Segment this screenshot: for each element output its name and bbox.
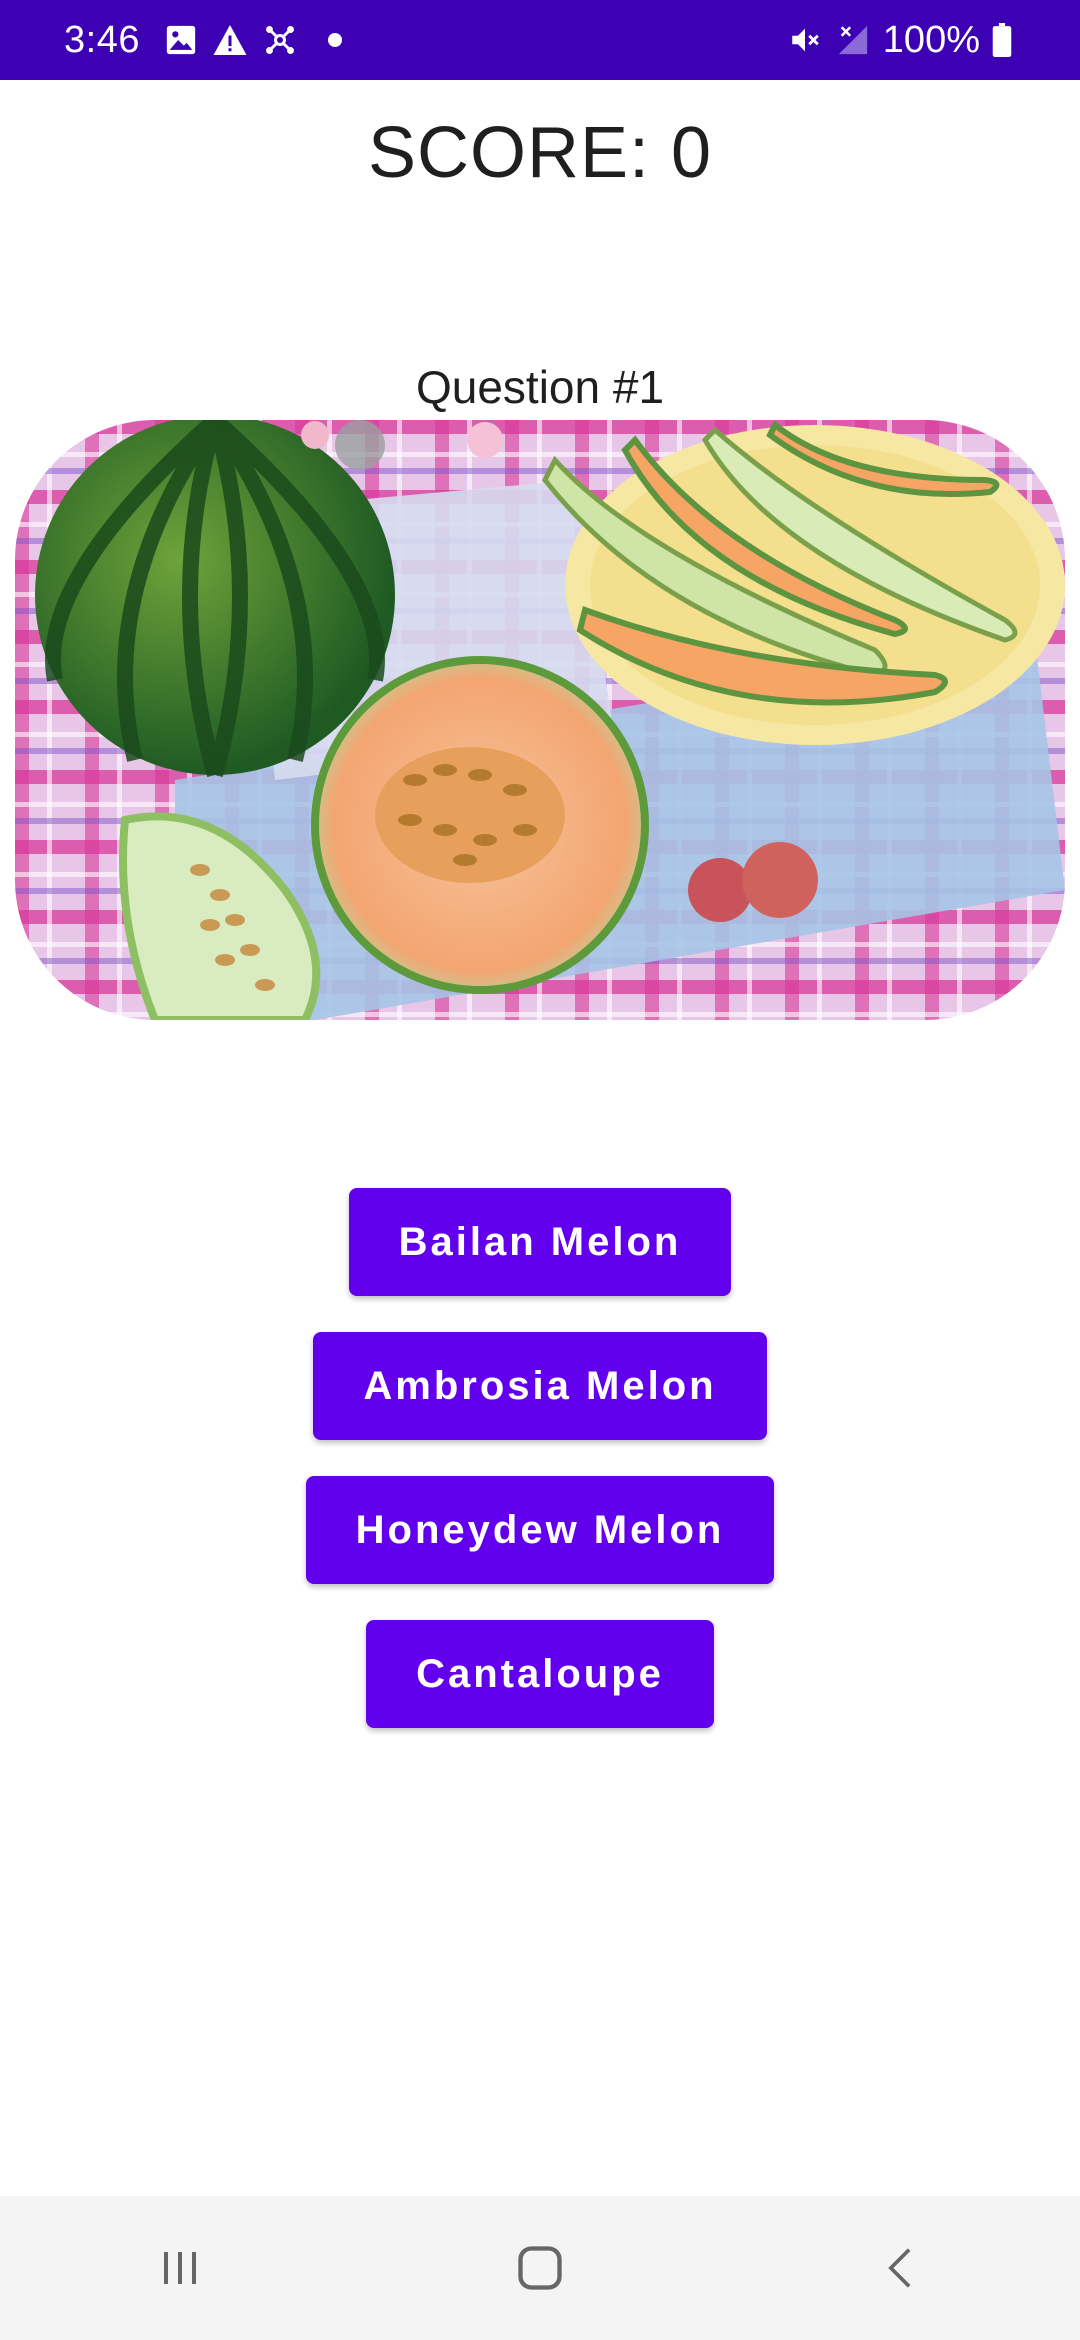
answer-button-cantaloupe[interactable]: Cantaloupe xyxy=(366,1620,714,1728)
battery-icon xyxy=(992,23,1012,57)
question-label: Question #1 xyxy=(415,361,665,413)
home-icon[interactable] xyxy=(480,2218,600,2318)
mute-icon xyxy=(787,23,823,57)
image-icon xyxy=(164,23,198,57)
navigation-bar xyxy=(0,2196,1080,2340)
status-bar: 3:46 100% xyxy=(0,0,1080,80)
recent-apps-icon[interactable] xyxy=(120,2218,240,2318)
answer-list: Bailan Melon Ambrosia Melon Honeydew Mel… xyxy=(0,1188,1080,1728)
status-time: 3:46 xyxy=(64,18,140,61)
back-icon[interactable] xyxy=(840,2218,960,2318)
warning-icon xyxy=(212,23,248,57)
network-hub-icon xyxy=(262,22,298,58)
question-image xyxy=(15,420,1065,1020)
answer-button-honeydew-melon[interactable]: Honeydew Melon xyxy=(305,1476,775,1584)
dot-icon xyxy=(327,33,342,47)
signal-icon xyxy=(835,23,871,57)
melons-photo xyxy=(15,420,1065,1020)
quiz-screen: 3:46 100% SCORE: 0 Question #1 Bailan Me… xyxy=(0,0,1080,2340)
answer-button-ambrosia-melon[interactable]: Ambrosia Melon xyxy=(313,1332,767,1440)
status-left: 3:46 xyxy=(64,0,342,80)
battery-percentage: 100% xyxy=(882,18,980,61)
status-right: 100% xyxy=(787,0,1012,80)
score-label: SCORE: 0 xyxy=(367,113,713,193)
answer-button-bailan-melon[interactable]: Bailan Melon xyxy=(348,1188,732,1296)
